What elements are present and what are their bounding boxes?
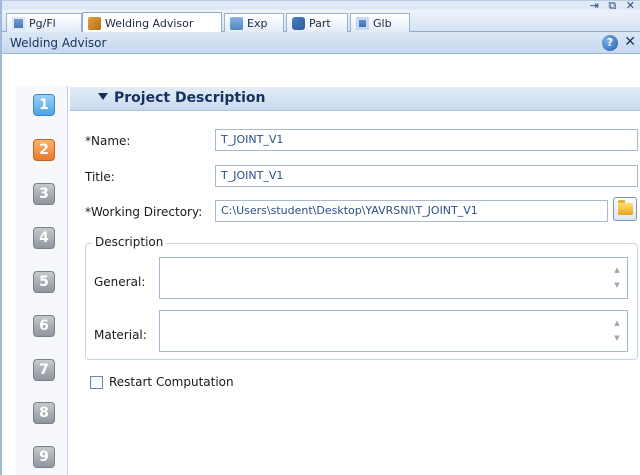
step-9-button[interactable]: 9 xyxy=(33,446,55,468)
title-label: Title: xyxy=(85,170,115,184)
step-5-button[interactable]: 5 xyxy=(33,271,55,293)
tab-glb[interactable]: Glb xyxy=(350,13,410,32)
tab-welding-advisor[interactable]: Welding Advisor xyxy=(82,12,222,33)
tab-label: Part xyxy=(309,16,331,30)
general-label: General: xyxy=(94,275,146,289)
close-icon[interactable]: ✕ xyxy=(624,34,636,50)
general-textarea[interactable]: ▲ ▼ xyxy=(159,257,628,299)
step-3-button[interactable]: 3 xyxy=(33,183,55,205)
scroll-arrows-icon[interactable]: ▲ ▼ xyxy=(612,263,622,293)
working-directory-label: *Working Directory: xyxy=(85,205,203,219)
top-strip: ⇥ ⧉ ✕ xyxy=(2,0,640,11)
step-6-button[interactable]: 6 xyxy=(33,315,55,337)
explorer-icon xyxy=(230,16,243,30)
section-title: Project Description xyxy=(114,90,266,106)
tab-label: Welding Advisor xyxy=(105,16,194,30)
restart-computation-checkbox[interactable] xyxy=(90,376,103,389)
folder-icon xyxy=(618,200,633,215)
panel-title: Welding Advisor xyxy=(10,36,107,50)
panel-title-bar: Welding Advisor ? ✕ xyxy=(2,32,640,54)
tab-label: Glb xyxy=(373,16,392,30)
tab-part[interactable]: Part xyxy=(286,13,348,32)
grid-icon xyxy=(12,16,25,30)
step-8-button[interactable]: 8 xyxy=(33,402,55,424)
material-textarea[interactable]: ▲ ▼ xyxy=(159,310,628,352)
part-icon xyxy=(292,16,305,30)
step-2-button[interactable]: 2 xyxy=(33,139,55,161)
section-header[interactable]: Project Description xyxy=(70,87,640,111)
tab-exp[interactable]: Exp xyxy=(224,13,284,32)
collapse-triangle-icon xyxy=(98,93,108,100)
welding-advisor-window: ⇥ ⧉ ✕ Pg/Fl Welding Advisor Exp Part Glb… xyxy=(0,0,640,475)
step-navigator: 1 2 3 4 5 6 7 8 9 xyxy=(16,86,68,475)
scroll-arrows-icon[interactable]: ▲ ▼ xyxy=(612,316,622,346)
step-4-button[interactable]: 4 xyxy=(33,227,55,249)
browse-folder-button[interactable] xyxy=(613,197,637,221)
step-7-button[interactable]: 7 xyxy=(33,359,55,381)
welding-tool-icon xyxy=(88,16,101,30)
title-field[interactable]: T_JOINT_V1 xyxy=(215,165,638,187)
global-icon xyxy=(356,16,369,30)
tab-label: Exp xyxy=(247,16,268,30)
help-icon[interactable]: ? xyxy=(602,35,618,51)
name-field[interactable]: T_JOINT_V1 xyxy=(215,129,638,151)
name-label: *Name: xyxy=(85,134,131,148)
step-1-button[interactable]: 1 xyxy=(33,94,55,116)
material-label: Material: xyxy=(94,328,147,342)
tab-pg-fl[interactable]: Pg/Fl xyxy=(6,13,82,32)
working-directory-field[interactable]: C:\Users\student\Desktop\YAVRSNI\T_JOINT… xyxy=(215,200,608,222)
description-legend: Description xyxy=(92,235,167,249)
restart-computation-label[interactable]: Restart Computation xyxy=(109,375,234,389)
tab-bar: Pg/Fl Welding Advisor Exp Part Glb xyxy=(2,10,640,33)
tab-label: Pg/Fl xyxy=(29,16,56,30)
